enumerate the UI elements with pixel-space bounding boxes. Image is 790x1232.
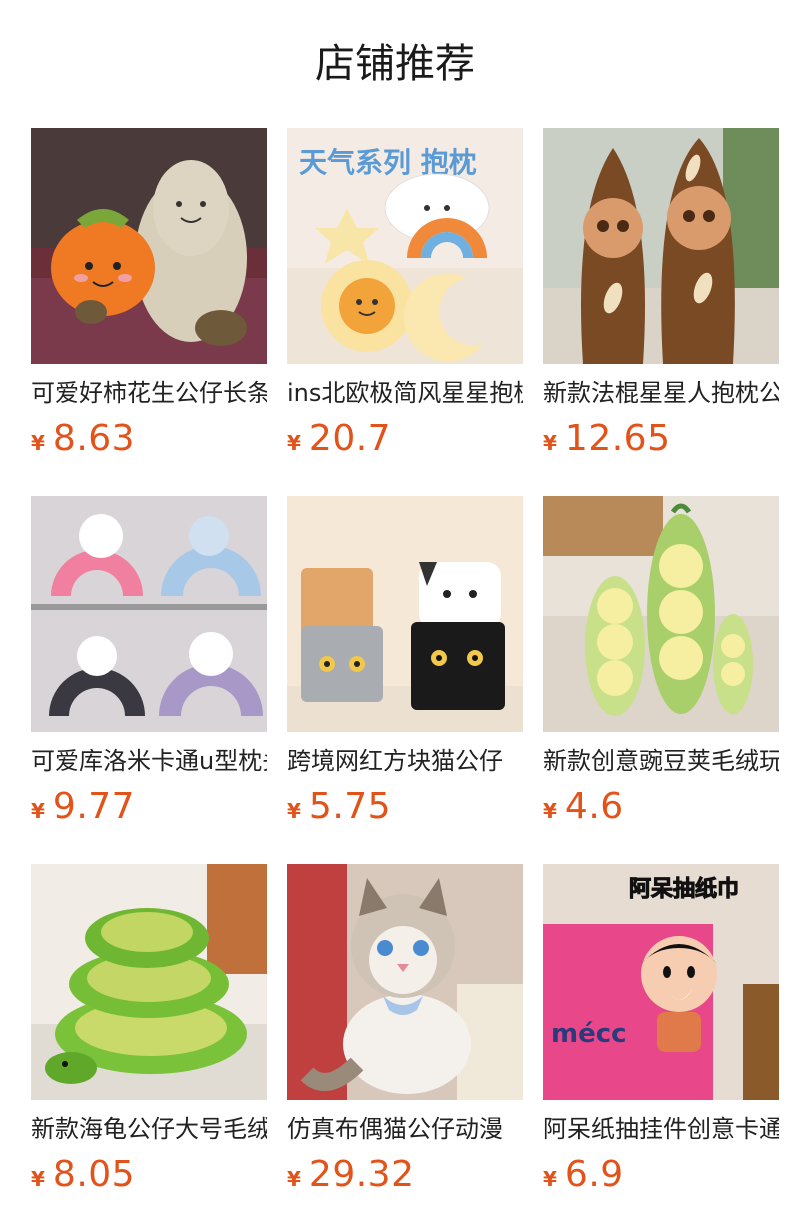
product-image-persimmon-peanut[interactable] [31, 128, 267, 364]
product-card[interactable]: 天气系列 抱枕 ins北欧极简风星星抱枕 ¥ 20.7 [287, 128, 523, 476]
product-image-weather-pillow[interactable]: 天气系列 抱枕 [287, 128, 523, 364]
product-image-tissue-holder[interactable]: 阿呆抽纸巾 mécc [543, 864, 779, 1100]
page-title: 店铺推荐 [315, 41, 475, 87]
product-image-baguette-doll[interactable] [543, 128, 779, 364]
product-card[interactable]: 可爱好柿花生公仔长条抱枕 ¥ 8.63 [31, 128, 267, 476]
product-image-sea-turtle[interactable] [31, 864, 267, 1100]
product-card[interactable]: 阿呆抽纸巾 mécc 阿呆纸抽挂件创意卡通 ¥ 6.9 [543, 864, 779, 1212]
product-name[interactable]: ins北欧极简风星星抱枕 [287, 378, 523, 408]
product-price: ¥ 4.6 [543, 786, 779, 827]
price-value: 8.63 [52, 418, 136, 459]
thumb-caption: 阿呆抽纸巾 [629, 876, 739, 902]
thumb-caption: 天气系列 抱枕 [299, 146, 477, 179]
currency-symbol: ¥ [31, 431, 45, 455]
price-value: 29.32 [308, 1154, 415, 1195]
product-price: ¥ 29.32 [287, 1154, 523, 1195]
currency-symbol: ¥ [287, 1167, 301, 1191]
currency-symbol: ¥ [287, 799, 301, 823]
product-price: ¥ 6.9 [543, 1154, 779, 1195]
currency-symbol: ¥ [287, 431, 301, 455]
product-name[interactable]: 新款法棍星星人抱枕公仔 [543, 378, 779, 408]
product-price: ¥ 5.75 [287, 786, 523, 827]
product-name[interactable]: 仿真布偶猫公仔动漫 [287, 1114, 523, 1144]
price-value: 4.6 [564, 786, 624, 827]
product-image-ragdoll-cat[interactable] [287, 864, 523, 1100]
product-name[interactable]: 可爱好柿花生公仔长条抱枕 [31, 378, 267, 408]
price-value: 9.77 [52, 786, 136, 827]
product-price: ¥ 20.7 [287, 418, 523, 459]
product-price: ¥ 8.63 [31, 418, 267, 459]
product-card[interactable]: 新款法棍星星人抱枕公仔 ¥ 12.65 [543, 128, 779, 476]
product-price: ¥ 8.05 [31, 1154, 267, 1195]
product-card[interactable]: 仿真布偶猫公仔动漫 ¥ 29.32 [287, 864, 523, 1212]
product-name[interactable]: 跨境网红方块猫公仔 [287, 746, 523, 776]
product-name[interactable]: 可爱库洛米卡通u型枕头 [31, 746, 267, 776]
currency-symbol: ¥ [31, 1167, 45, 1191]
product-grid: 可爱好柿花生公仔长条抱枕 ¥ 8.63 天气系列 抱枕 [31, 128, 779, 1212]
product-image-pea-pod[interactable] [543, 496, 779, 732]
currency-symbol: ¥ [543, 799, 557, 823]
currency-symbol: ¥ [31, 799, 45, 823]
product-card[interactable]: 新款创意豌豆荚毛绒玩具 ¥ 4.6 [543, 496, 779, 844]
product-card[interactable]: 可爱库洛米卡通u型枕头 ¥ 9.77 [31, 496, 267, 844]
product-card[interactable]: 新款海龟公仔大号毛绒 ¥ 8.05 [31, 864, 267, 1212]
product-card[interactable]: 跨境网红方块猫公仔 ¥ 5.75 [287, 496, 523, 844]
price-value: 12.65 [564, 418, 671, 459]
price-value: 6.9 [564, 1154, 624, 1195]
price-value: 8.05 [52, 1154, 136, 1195]
currency-symbol: ¥ [543, 431, 557, 455]
product-price: ¥ 12.65 [543, 418, 779, 459]
svg-text:mécc: mécc [551, 1019, 627, 1049]
price-value: 5.75 [308, 786, 392, 827]
product-name[interactable]: 新款创意豌豆荚毛绒玩具 [543, 746, 779, 776]
price-value: 20.7 [308, 418, 392, 459]
product-image-cube-cat[interactable] [287, 496, 523, 732]
product-image-kuromi-u-pillow[interactable] [31, 496, 267, 732]
currency-symbol: ¥ [543, 1167, 557, 1191]
product-name[interactable]: 阿呆纸抽挂件创意卡通 [543, 1114, 779, 1144]
product-price: ¥ 9.77 [31, 786, 267, 827]
product-name[interactable]: 新款海龟公仔大号毛绒 [31, 1114, 267, 1144]
